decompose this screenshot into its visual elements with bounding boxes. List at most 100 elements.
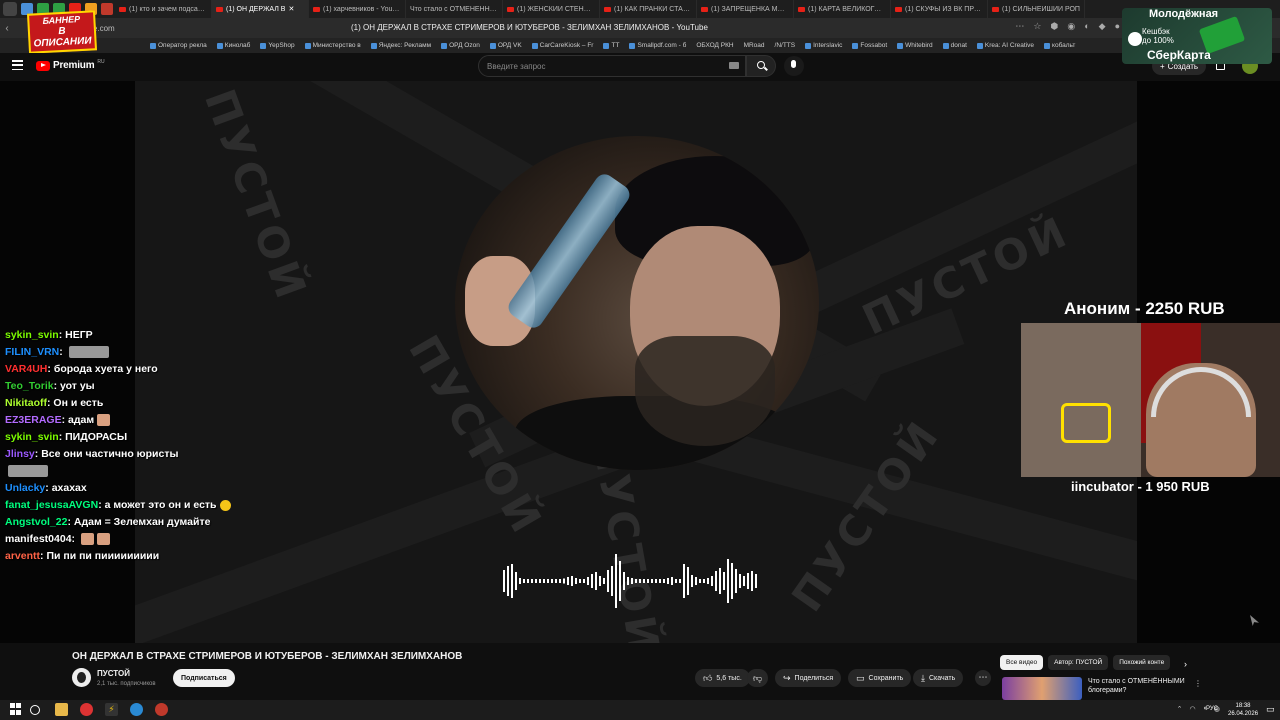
video-player[interactable]: ПУСТОЙ ПУСТОЙ ПУСТОЙ ПУСТОЙ ПУСТОЙ sykin… xyxy=(0,81,1280,643)
voice-search-icon[interactable] xyxy=(784,56,804,76)
recommended-video-thumbnail[interactable] xyxy=(1002,677,1082,700)
bookmark-item[interactable]: Smallpdf.com - б xyxy=(629,42,686,49)
bookmark-item[interactable]: кобальт xyxy=(1044,42,1075,49)
share-button[interactable]: ↪ Поделиться xyxy=(775,669,842,687)
bookmark-item[interactable]: ОРД Ozon xyxy=(441,42,480,49)
chat-username: Angstvol_22 xyxy=(5,516,68,528)
chat-username: sykin_svin xyxy=(5,329,59,341)
waveform-bar xyxy=(619,561,621,601)
obs-icon[interactable] xyxy=(155,703,168,716)
subscribe-button[interactable]: Подписаться xyxy=(173,669,235,687)
browser-tab[interactable]: (1) СИЛЬНЕЙШИЙ РОП xyxy=(988,0,1085,18)
waveform-bar xyxy=(551,579,553,583)
telegram-icon[interactable] xyxy=(130,703,143,716)
subscriber-count: 2,1 тыс. подписчиков xyxy=(97,681,156,687)
bookmark-item[interactable]: Яндекс: Рекламм xyxy=(370,42,431,49)
pinned-tab-icon[interactable] xyxy=(101,3,113,15)
bookmark-item[interactable]: Кинолаб xyxy=(216,42,250,49)
extension-icon[interactable]: ● xyxy=(1115,21,1120,32)
video-title: ОН ДЕРЖАЛ В СТРАХЕ СТРИМЕРОВ И ЮТУБЕРОВ … xyxy=(72,651,463,662)
bookmark-item[interactable]: MRoad xyxy=(744,42,765,49)
file-explorer-icon[interactable] xyxy=(55,703,68,716)
waveform-bar xyxy=(531,579,533,583)
browser-menu-icon[interactable] xyxy=(3,2,17,16)
bookmark-item[interactable]: Оператор рекла xyxy=(150,42,207,49)
bookmark-icon[interactable]: ☆ xyxy=(1033,21,1041,32)
menu-icon[interactable] xyxy=(12,60,23,70)
language-indicator[interactable]: РУС xyxy=(1206,706,1218,712)
browser-tab[interactable]: (1) КАРТА ВЕЛИКОГО П xyxy=(794,0,891,18)
like-button[interactable]: 👍︎ 5,6 тыс. xyxy=(695,669,750,687)
browser-tab[interactable]: (1) харчевников - YouTube xyxy=(309,0,406,18)
bookmark-item[interactable]: donat xyxy=(942,42,967,49)
youtube-icon xyxy=(313,6,320,12)
waveform-bar xyxy=(735,569,737,593)
bookmark-item[interactable]: ОРД VK xyxy=(489,42,522,49)
bookmark-item[interactable]: Fossabot xyxy=(852,42,887,49)
bookmark-item[interactable]: Interslavic xyxy=(805,42,842,49)
yandex-browser-icon[interactable] xyxy=(80,703,93,716)
waveform-bar xyxy=(707,578,709,584)
close-icon[interactable]: ✕ xyxy=(288,5,294,13)
clock[interactable]: 18:38 26.04.2026 xyxy=(1228,702,1258,718)
channel-avatar[interactable] xyxy=(72,668,91,687)
chevron-right-icon[interactable]: › xyxy=(1184,659,1187,669)
extension-icon[interactable]: ⬢ xyxy=(1050,21,1058,32)
bookmark-favicon-icon xyxy=(897,42,904,49)
channel-name[interactable]: ПУСТОЙ xyxy=(97,669,130,678)
bookmark-item[interactable]: Whitebird xyxy=(897,42,933,49)
chat-message: EZ3ERAGE: адам xyxy=(5,412,245,429)
keyboard-icon[interactable] xyxy=(729,62,739,69)
overlay-banner: БАННЕР В ОПИСАНИИ xyxy=(26,10,98,54)
extension-icon[interactable]: ◉ xyxy=(1067,21,1075,32)
browser-tab[interactable]: (1) ЗАПРЕЩЁНКА МЕСС xyxy=(697,0,794,18)
chip-all-videos[interactable]: Все видео xyxy=(1000,655,1044,670)
thumbs-up-icon: 👍︎ xyxy=(703,672,713,683)
more-icon[interactable]: ⋯ xyxy=(1015,21,1024,32)
more-actions-icon[interactable]: ⋯ xyxy=(975,670,991,686)
app-icon[interactable]: ⚡ xyxy=(105,703,118,716)
recommended-video-title[interactable]: Что стало с ОТМЕНЁННЫМИ блогерами? xyxy=(1088,677,1188,695)
bookmark-item[interactable]: YepShop xyxy=(260,42,295,49)
youtube-logo[interactable]: Premium RU xyxy=(36,59,105,71)
bookmark-item[interactable]: Krea: AI Creative xyxy=(976,42,1034,49)
browser-tab[interactable]: (1) КАК ПРАНКИ СТАЛИ xyxy=(600,0,697,18)
browser-tab[interactable]: (1) кто и зачем подсадил xyxy=(115,0,212,18)
search-button[interactable] xyxy=(746,55,776,77)
bookmark-item[interactable]: /N/TTS xyxy=(775,42,796,49)
browser-tab[interactable]: (1) ЖЕНСКИЙ СТЕНДАП xyxy=(503,0,600,18)
waveform-bar xyxy=(603,578,605,584)
save-icon: ▭ xyxy=(856,672,865,683)
browser-tab[interactable]: Что стало с ОТМЕНЁННЫМИ xyxy=(406,0,503,18)
browser-tab[interactable]: (1) СКУФЫ ИЗ ВК ПРОБ xyxy=(891,0,988,18)
bookmark-item[interactable]: TT xyxy=(603,42,619,49)
notification-center-icon[interactable]: ▭ xyxy=(1266,704,1275,715)
more-vert-icon[interactable]: ⋮ xyxy=(1194,679,1202,688)
tray-up-icon[interactable]: ⌃ xyxy=(1177,705,1183,713)
download-button[interactable]: ⤓ Скачать xyxy=(913,669,964,687)
extension-icon[interactable]: ◐ xyxy=(1084,21,1089,32)
waveform-bar xyxy=(563,578,565,584)
dislike-button[interactable]: 👎︎ xyxy=(747,669,769,687)
ad-banner[interactable]: Молодёжная Кешбэк до 100% СберКарта xyxy=(1122,8,1272,64)
sber-logo-icon xyxy=(1128,32,1142,46)
back-icon[interactable]: ‹ xyxy=(0,23,14,34)
browser-tab-active[interactable]: (1) ОН ДЕРЖАЛ В ✕ xyxy=(212,0,309,18)
chat-message: sykin_svin: ПИДОРАСЫ xyxy=(5,429,245,446)
search-icon[interactable] xyxy=(30,705,40,715)
bookmark-item[interactable]: CarCareKiosk – Fr xyxy=(531,42,593,49)
bookmark-item[interactable]: Министерство в xyxy=(304,42,361,49)
wifi-icon[interactable]: ◠ xyxy=(1190,705,1196,713)
extension-icon[interactable]: ◆ xyxy=(1099,21,1106,32)
waveform-bar xyxy=(691,575,693,587)
chip-similar[interactable]: Похожий конте xyxy=(1113,655,1171,670)
waveform-bar xyxy=(579,579,581,583)
search-input[interactable]: Введите запрос xyxy=(478,55,746,77)
chat-message: manifest0404: xyxy=(5,531,245,548)
search-icon xyxy=(757,61,765,69)
chip-author[interactable]: Автор: ПУСТОЙ xyxy=(1048,655,1109,670)
save-button[interactable]: ▭ Сохранить xyxy=(848,669,912,687)
waveform-bar xyxy=(699,579,701,583)
bookmark-item[interactable]: ОБХОД РКН xyxy=(696,42,733,49)
windows-start-icon[interactable] xyxy=(10,703,23,716)
